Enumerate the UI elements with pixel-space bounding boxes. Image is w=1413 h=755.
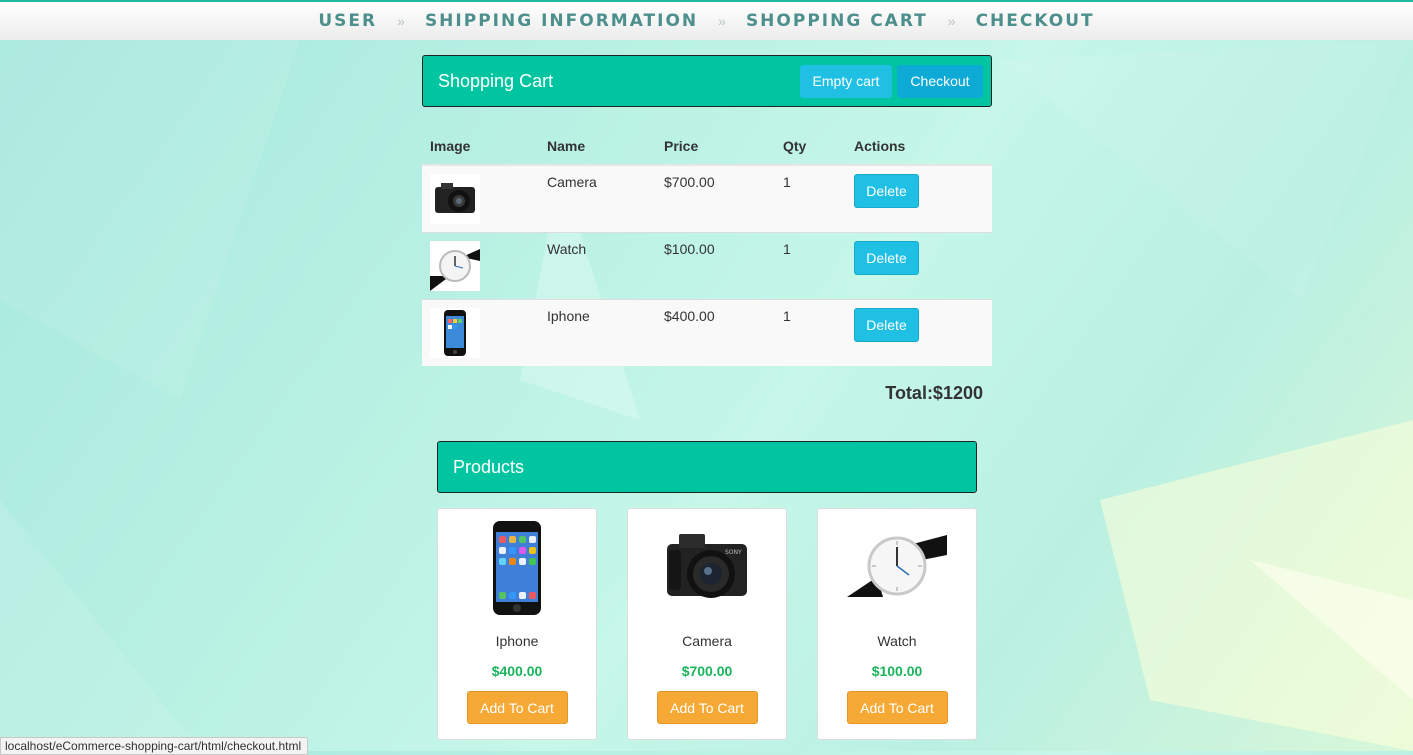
- product-price: $700.00: [681, 663, 733, 679]
- cart-total: Total:$1200: [885, 383, 983, 403]
- item-name: Iphone: [539, 299, 656, 366]
- add-to-cart-button[interactable]: Add To Cart: [466, 691, 568, 724]
- nav-shipping-information[interactable]: SHIPPING INFORMATION: [425, 11, 698, 31]
- item-price: $100.00: [656, 232, 775, 300]
- product-name: Camera: [682, 633, 732, 649]
- column-name: Name: [539, 128, 656, 166]
- shopping-cart-header: Shopping Cart Empty cart Checkout: [422, 55, 992, 107]
- delete-button[interactable]: Delete: [854, 241, 919, 275]
- column-qty: Qty: [775, 128, 846, 166]
- nav-separator: »: [947, 13, 956, 29]
- cart-table-header: Image Name Price Qty Actions: [422, 128, 992, 166]
- watch-icon: [818, 513, 976, 623]
- empty-cart-button[interactable]: Empty cart: [800, 64, 892, 98]
- table-row: Camera $700.00 1 Delete: [422, 164, 992, 233]
- nav-checkout[interactable]: CHECKOUT: [976, 11, 1095, 31]
- delete-button[interactable]: Delete: [854, 174, 919, 208]
- product-price: $100.00: [871, 663, 923, 679]
- nav-separator: »: [718, 13, 726, 29]
- cart-table: Image Name Price Qty Actions Camera $700…: [422, 128, 992, 366]
- column-price: Price: [656, 128, 775, 166]
- delete-button[interactable]: Delete: [854, 308, 919, 342]
- nav-shopping-cart[interactable]: SHOPPING CART: [746, 11, 928, 31]
- item-price: $400.00: [656, 299, 775, 366]
- watch-icon: [430, 241, 480, 291]
- products-header: Products: [437, 441, 977, 493]
- product-card: Watch $100.00 Add To Cart: [817, 508, 977, 740]
- phone-icon: [430, 308, 480, 358]
- shopping-cart-title: Shopping Cart: [438, 70, 554, 91]
- product-name: Watch: [877, 633, 917, 649]
- nav-separator: »: [397, 13, 405, 29]
- top-navigation: USER » SHIPPING INFORMATION » SHOPPING C…: [0, 0, 1413, 40]
- product-name: Iphone: [495, 633, 539, 649]
- checkout-button[interactable]: Checkout: [897, 64, 983, 98]
- nav-user[interactable]: USER: [318, 11, 377, 31]
- item-qty: 1: [775, 299, 846, 366]
- product-price: $400.00: [491, 663, 543, 679]
- item-name: Watch: [539, 232, 656, 300]
- table-row: Iphone $400.00 1 Delete: [422, 299, 992, 366]
- item-price: $700.00: [656, 164, 775, 233]
- camera-icon: [430, 174, 480, 224]
- product-card: Iphone $400.00 Add To Cart: [437, 508, 597, 740]
- product-card: SONY Camera $700.00 Add To Cart: [627, 508, 787, 740]
- item-name: Camera: [539, 164, 656, 233]
- item-qty: 1: [775, 164, 846, 233]
- column-image: Image: [422, 128, 539, 166]
- table-row: Watch $100.00 1 Delete: [422, 232, 992, 300]
- svg-text:SONY: SONY: [725, 549, 742, 556]
- add-to-cart-button[interactable]: Add To Cart: [656, 691, 758, 724]
- column-actions: Actions: [846, 128, 992, 166]
- add-to-cart-button[interactable]: Add To Cart: [846, 691, 948, 724]
- status-bar-url: localhost/eCommerce-shopping-cart/html/c…: [0, 737, 309, 755]
- products-title: Products: [453, 456, 525, 477]
- item-qty: 1: [775, 232, 846, 300]
- phone-icon: [438, 513, 596, 623]
- camera-icon: SONY: [628, 513, 786, 623]
